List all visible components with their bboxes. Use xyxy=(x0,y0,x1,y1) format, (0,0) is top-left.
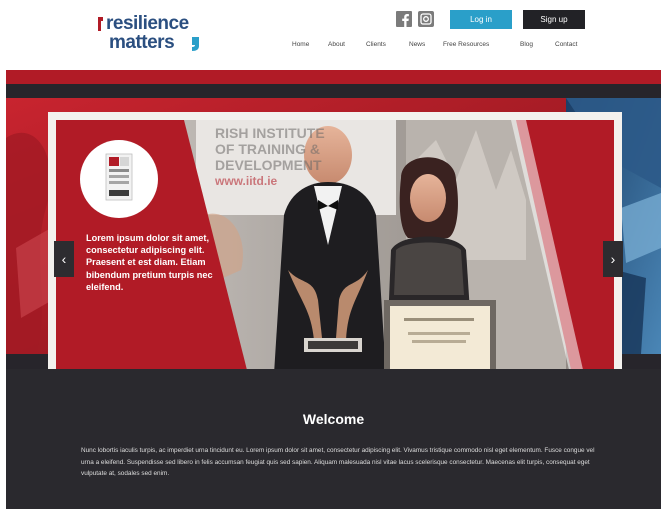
slide-caption: Lorem ipsum dolor sit amet, consectetur … xyxy=(86,233,213,292)
logo-hook-icon xyxy=(192,37,199,51)
banner-line-1: RISH INSTITUTE xyxy=(215,125,325,141)
facebook-icon[interactable] xyxy=(396,11,412,27)
main-nav: Home About Clients News Free Resources B… xyxy=(288,41,588,53)
nav-news[interactable]: News xyxy=(409,41,425,48)
nav-clients[interactable]: Clients xyxy=(366,41,386,48)
signup-button[interactable]: Sign up xyxy=(523,10,585,29)
header-accent-bar xyxy=(6,70,661,84)
banner-line-4: www.iitd.ie xyxy=(215,174,278,188)
logo-mark-icon xyxy=(98,17,103,31)
iitd-award-logo-icon xyxy=(105,153,133,201)
banner-backdrop-text: RISH INSTITUTE OF TRAINING & DEVELOPMENT… xyxy=(215,125,365,189)
nav-contact[interactable]: Contact xyxy=(555,41,577,48)
banner-line-2: OF TRAINING & xyxy=(215,141,320,157)
welcome-section: Welcome Nunc lobortis iaculis turpis, ac… xyxy=(6,369,661,509)
logo-text-bottom: matters xyxy=(109,32,175,53)
nav-free-resources[interactable]: Free Resources xyxy=(443,41,489,48)
award-badge xyxy=(80,140,158,218)
login-button[interactable]: Log in xyxy=(450,10,512,29)
nav-home[interactable]: Home xyxy=(292,41,309,48)
welcome-body: Nunc lobortis iaculis turpis, ac imperdi… xyxy=(81,447,595,477)
nav-about[interactable]: About xyxy=(328,41,345,48)
chevron-right-icon: › xyxy=(610,251,616,267)
nav-blog[interactable]: Blog xyxy=(520,41,533,48)
chevron-left-icon: ‹ xyxy=(61,251,67,267)
slider-prev-button[interactable]: ‹ xyxy=(54,241,74,277)
banner-line-3: DEVELOPMENT xyxy=(215,157,322,173)
slider-next-button[interactable]: › xyxy=(603,241,623,277)
site-header: resilience matters Log in Sign up Home A… xyxy=(0,0,661,70)
instagram-icon[interactable] xyxy=(418,11,434,27)
site-logo[interactable]: resilience matters xyxy=(96,13,206,55)
welcome-title: Welcome xyxy=(302,411,365,427)
